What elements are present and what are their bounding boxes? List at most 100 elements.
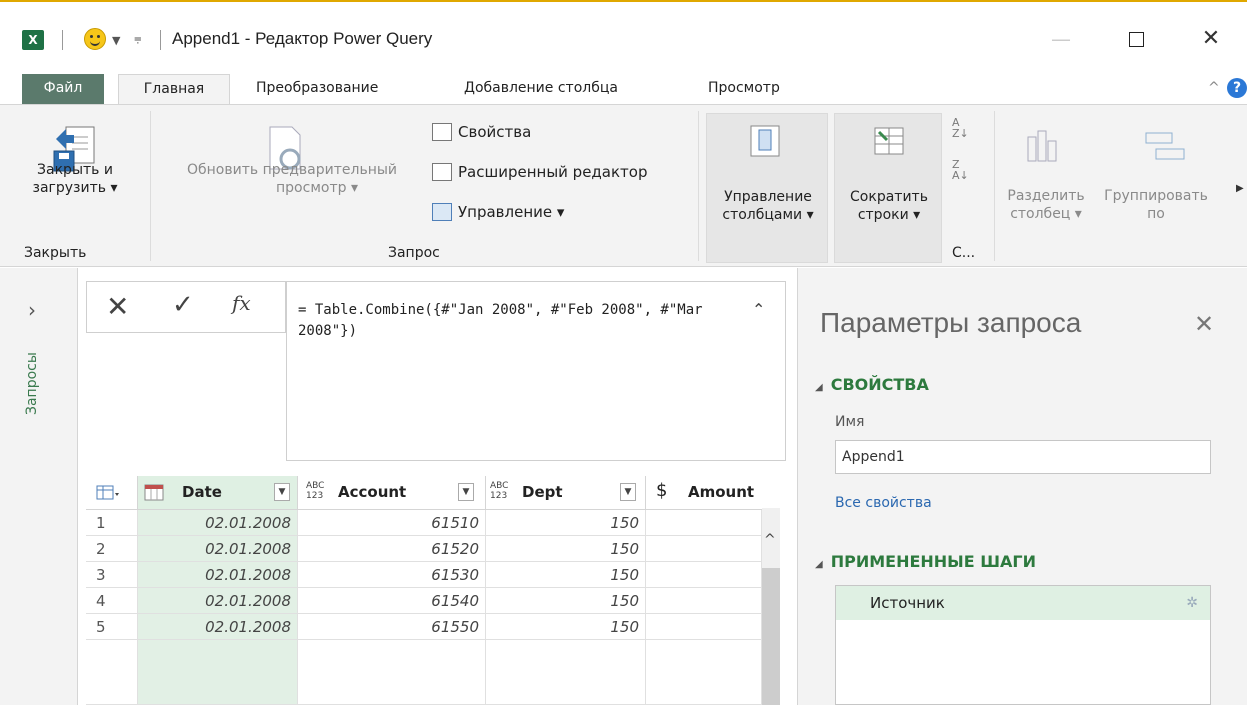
cell-amount[interactable] (646, 562, 762, 588)
reduce-rows-label-2: строки ▾ (857, 207, 921, 223)
separator (62, 30, 63, 50)
smiley-feedback-icon[interactable] (84, 28, 106, 50)
cell-amount[interactable] (646, 510, 762, 536)
cell-amount[interactable] (646, 588, 762, 614)
help-icon[interactable]: ? (1227, 78, 1247, 98)
maximize-button[interactable] (1121, 24, 1151, 54)
close-and-load-button[interactable]: Закрыть и загрузить ▾ (0, 161, 150, 197)
manage-button[interactable]: Управление ▾ (432, 203, 564, 221)
scrollbar-thumb[interactable] (762, 568, 780, 705)
type-123-label: 123 (306, 491, 324, 501)
cell-date[interactable]: 02.01.2008 (138, 614, 298, 640)
title-bar: X ▼ ⩦ Append1 - Редактор Power Query — ✕ (0, 0, 1247, 60)
cell-dept[interactable] (486, 640, 646, 705)
scroll-up-icon[interactable]: ^ (764, 532, 776, 548)
manage-columns-button[interactable]: Управление столбцами ▾ (706, 113, 828, 263)
manage-label: Управление ▾ (458, 203, 565, 221)
reduce-rows-label-1: Сократить (850, 189, 928, 205)
cell-amount[interactable] (646, 614, 762, 640)
any-type-icon: ABC 123 (490, 481, 508, 501)
group-close-label: Закрыть (24, 245, 87, 261)
customize-toolbar-icon[interactable]: ⩦ (134, 31, 142, 46)
gear-icon[interactable]: ✲ (1186, 586, 1198, 620)
cell-date[interactable]: 02.01.2008 (138, 510, 298, 536)
row-number (86, 640, 138, 705)
close-settings-icon[interactable]: ✕ (1194, 310, 1214, 338)
table-icon (96, 485, 119, 500)
cell-dept[interactable]: 150 (486, 562, 646, 588)
query-name-input[interactable]: Append1 (835, 440, 1211, 474)
properties-section-header[interactable]: ◢ СВОЙСТВА (815, 375, 929, 394)
cell-account[interactable]: 61510 (298, 510, 486, 536)
ribbon-scroll-right-icon[interactable]: ▶ (1236, 183, 1244, 194)
query-settings-title: Параметры запроса (820, 307, 1082, 338)
split-column-label-2: столбец ▾ (1010, 206, 1082, 222)
date-filter-dropdown-icon[interactable]: ▼ (274, 483, 290, 501)
cell-date[interactable]: 02.01.2008 (138, 588, 298, 614)
cell-account[interactable] (298, 640, 486, 705)
cell-account[interactable]: 61530 (298, 562, 486, 588)
column-header-date[interactable]: Date ▼ (138, 476, 298, 510)
cell-account[interactable]: 61520 (298, 536, 486, 562)
cell-amount[interactable] (646, 536, 762, 562)
column-account-label: Account (338, 483, 407, 501)
formula-text[interactable]: = Table.Combine({#"Jan 2008", #"Feb 2008… (298, 300, 708, 342)
column-header-account[interactable]: ABC 123 Account ▼ (298, 476, 486, 510)
column-header-amount[interactable]: $ Amount (646, 476, 776, 510)
cell-account[interactable]: 61550 (298, 614, 486, 640)
reduce-rows-icon (874, 127, 904, 155)
grid-scrollbar[interactable]: ^ (762, 508, 780, 705)
close-and-load-label-1: Закрыть и (37, 162, 113, 178)
advanced-editor-icon (432, 163, 452, 181)
cell-date[interactable]: 02.01.2008 (138, 536, 298, 562)
sort-descending-icon[interactable]: Z A↓ (952, 159, 969, 181)
collapse-formula-icon[interactable]: ⌃ (752, 300, 765, 319)
manage-columns-icon (750, 125, 780, 157)
refresh-preview-button[interactable]: Обновить предварительный просмотр ▾ (156, 161, 428, 197)
split-column-button[interactable]: Разделить столбец ▾ (1002, 187, 1090, 223)
refresh-preview-label-1: Обновить предварительный (187, 162, 397, 178)
expand-queries-icon[interactable]: › (28, 298, 36, 322)
table-menu-header[interactable] (86, 476, 138, 510)
row-number: 4 (86, 588, 138, 614)
all-properties-link[interactable]: Все свойства (835, 495, 932, 511)
advanced-editor-button[interactable]: Расширенный редактор (432, 163, 648, 181)
tab-transform[interactable]: Преобразование (244, 74, 390, 104)
group-separator (150, 111, 151, 261)
cell-date[interactable] (138, 640, 298, 705)
properties-label: Свойства (458, 123, 532, 141)
properties-header-label: СВОЙСТВА (830, 375, 929, 394)
close-window-button[interactable]: ✕ (1196, 24, 1226, 54)
reduce-rows-button[interactable]: Сократить строки ▾ (834, 113, 942, 263)
cell-dept[interactable]: 150 (486, 588, 646, 614)
collapse-ribbon-icon[interactable]: ^ (1208, 80, 1220, 96)
confirm-formula-icon[interactable]: ✓ (172, 290, 194, 320)
tab-view[interactable]: Просмотр (696, 74, 792, 104)
cell-dept[interactable]: 150 (486, 510, 646, 536)
tab-add-column[interactable]: Добавление столбца (452, 74, 630, 104)
account-filter-dropdown-icon[interactable]: ▼ (458, 483, 474, 501)
cancel-formula-icon[interactable]: ✕ (106, 290, 129, 323)
tab-file[interactable]: Файл (22, 74, 104, 104)
type-abc-label: ABC (306, 481, 325, 491)
insert-function-icon[interactable]: fx (232, 291, 251, 315)
group-by-button[interactable]: Группировать по (1094, 187, 1218, 223)
group-separator (994, 111, 995, 261)
minimize-button[interactable]: — (1046, 24, 1076, 54)
cell-amount[interactable] (646, 640, 762, 705)
properties-button[interactable]: Свойства (432, 123, 531, 141)
cell-date[interactable]: 02.01.2008 (138, 562, 298, 588)
tab-home[interactable]: Главная (118, 74, 230, 104)
cell-account[interactable]: 61540 (298, 588, 486, 614)
step-item-source[interactable]: Источник ✲ (836, 586, 1210, 620)
row-number: 1 (86, 510, 138, 536)
cell-dept[interactable]: 150 (486, 536, 646, 562)
queries-pane-label[interactable]: Запросы (24, 352, 40, 415)
cell-dept[interactable]: 150 (486, 614, 646, 640)
sort-ascending-icon[interactable]: A Z↓ (952, 117, 969, 139)
dept-filter-dropdown-icon[interactable]: ▼ (620, 483, 636, 501)
column-header-dept[interactable]: ABC 123 Dept ▼ (486, 476, 646, 510)
applied-steps-section-header[interactable]: ◢ ПРИМЕНЕННЫЕ ШАГИ (815, 552, 1036, 571)
step-label: Источник (870, 594, 945, 612)
smiley-dropdown-icon[interactable]: ▼ (112, 34, 120, 47)
